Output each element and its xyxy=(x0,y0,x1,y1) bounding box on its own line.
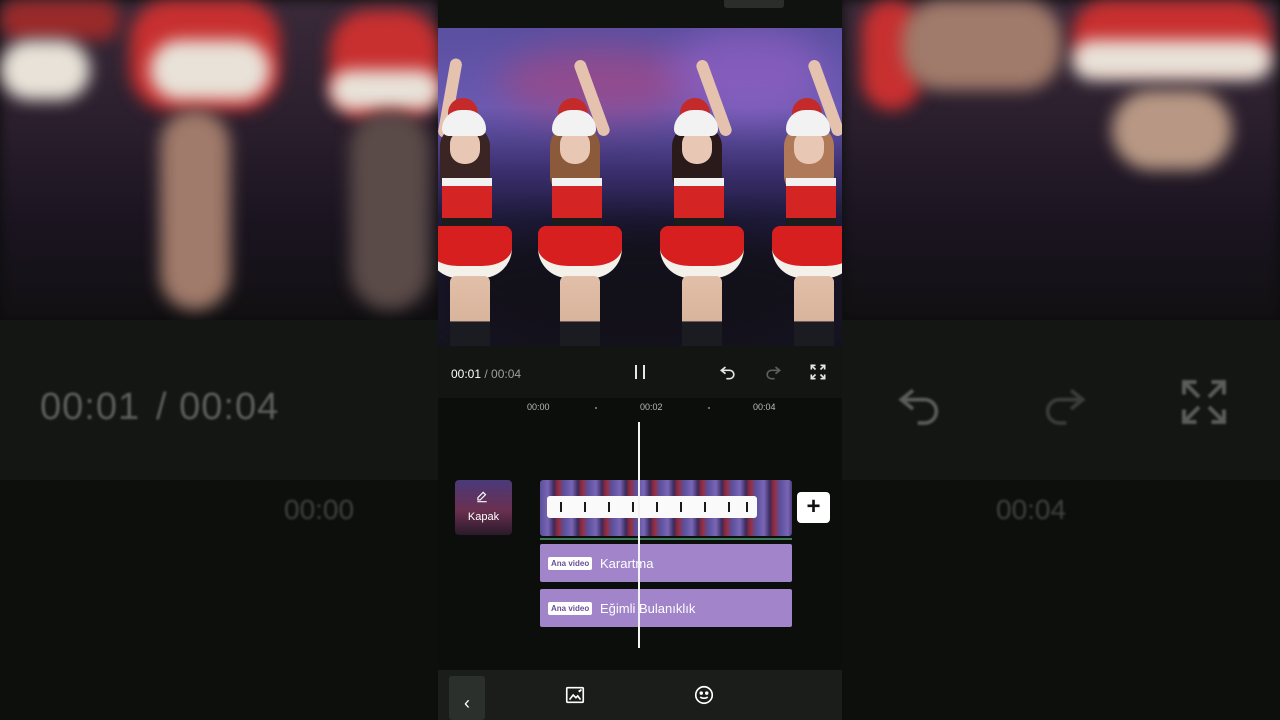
effect-name: Karartma xyxy=(600,556,654,571)
dancer-figure xyxy=(656,58,748,346)
background-shape xyxy=(0,40,90,100)
background-shape xyxy=(1112,90,1232,170)
redo-icon[interactable] xyxy=(763,362,783,387)
current-time: 00:01 xyxy=(451,367,482,381)
export-button[interactable] xyxy=(724,0,784,8)
ruler-dot xyxy=(595,407,597,409)
effect-tag: Ana video xyxy=(548,602,593,615)
dancer-figure xyxy=(438,57,516,346)
smiley-effect-icon[interactable] xyxy=(693,684,715,711)
add-clip-button[interactable]: + xyxy=(797,492,830,523)
undo-icon[interactable] xyxy=(718,362,738,387)
cover-button[interactable]: Kapak xyxy=(455,480,512,535)
video-editor-screen: 00:01 / 00:04 00:00 00:02 00:04 Kapak + … xyxy=(438,0,842,720)
background-timeline-band xyxy=(0,480,438,720)
clip-segment-markers[interactable] xyxy=(547,496,757,518)
background-undo-icon xyxy=(892,372,948,437)
background-shape xyxy=(160,110,230,310)
background-blur-left: 00:01 / 00:04 00:00 xyxy=(0,0,438,720)
bottom-toolbar: ‹ xyxy=(438,670,842,720)
background-tick-right: 00:04 xyxy=(996,494,1067,525)
ruler-tick: 00:02 xyxy=(640,402,663,412)
video-preview[interactable] xyxy=(438,28,842,346)
playhead[interactable] xyxy=(638,422,640,648)
total-time: 00:04 xyxy=(491,367,522,381)
dancer-figure xyxy=(534,58,626,346)
playback-controls: 00:01 / 00:04 xyxy=(438,346,842,398)
background-tick-left: 00:00 xyxy=(284,494,355,525)
time-display: 00:01 / 00:04 xyxy=(451,367,521,381)
background-time-current: 00:01 xyxy=(40,386,141,428)
time-ruler: 00:00 00:02 00:04 xyxy=(438,398,842,418)
ruler-tick: 00:04 xyxy=(753,402,776,412)
effect-tag: Ana video xyxy=(548,557,593,570)
background-shape xyxy=(0,0,120,40)
effect-track[interactable]: Ana video Karartma xyxy=(540,544,792,582)
edit-pencil-icon xyxy=(475,490,489,507)
background-shape xyxy=(150,40,270,100)
clip-audio-line xyxy=(540,538,792,540)
effect-track[interactable]: Ana video Eğimli Bulanıklık xyxy=(540,589,792,627)
background-shape xyxy=(350,110,430,310)
image-effect-icon[interactable] xyxy=(564,684,586,711)
effect-name: Eğimli Bulanıklık xyxy=(600,601,696,616)
cover-label: Kapak xyxy=(467,511,500,523)
top-bar xyxy=(438,0,842,28)
background-redo-icon xyxy=(1036,372,1092,437)
background-shape xyxy=(330,70,438,110)
time-separator: / xyxy=(481,367,492,381)
fullscreen-icon[interactable] xyxy=(808,362,828,387)
pause-icon[interactable] xyxy=(630,362,650,387)
background-time-total: / 00:04 xyxy=(156,386,280,428)
background-shape xyxy=(902,0,1062,90)
ruler-dot xyxy=(708,407,710,409)
ruler-tick: 00:00 xyxy=(527,402,550,412)
background-blur-right: 00:04 xyxy=(842,0,1280,720)
background-shape xyxy=(1072,40,1272,80)
back-button[interactable]: ‹ xyxy=(449,676,485,720)
background-fullscreen-icon xyxy=(1174,372,1234,437)
dancer-figure xyxy=(768,58,842,346)
